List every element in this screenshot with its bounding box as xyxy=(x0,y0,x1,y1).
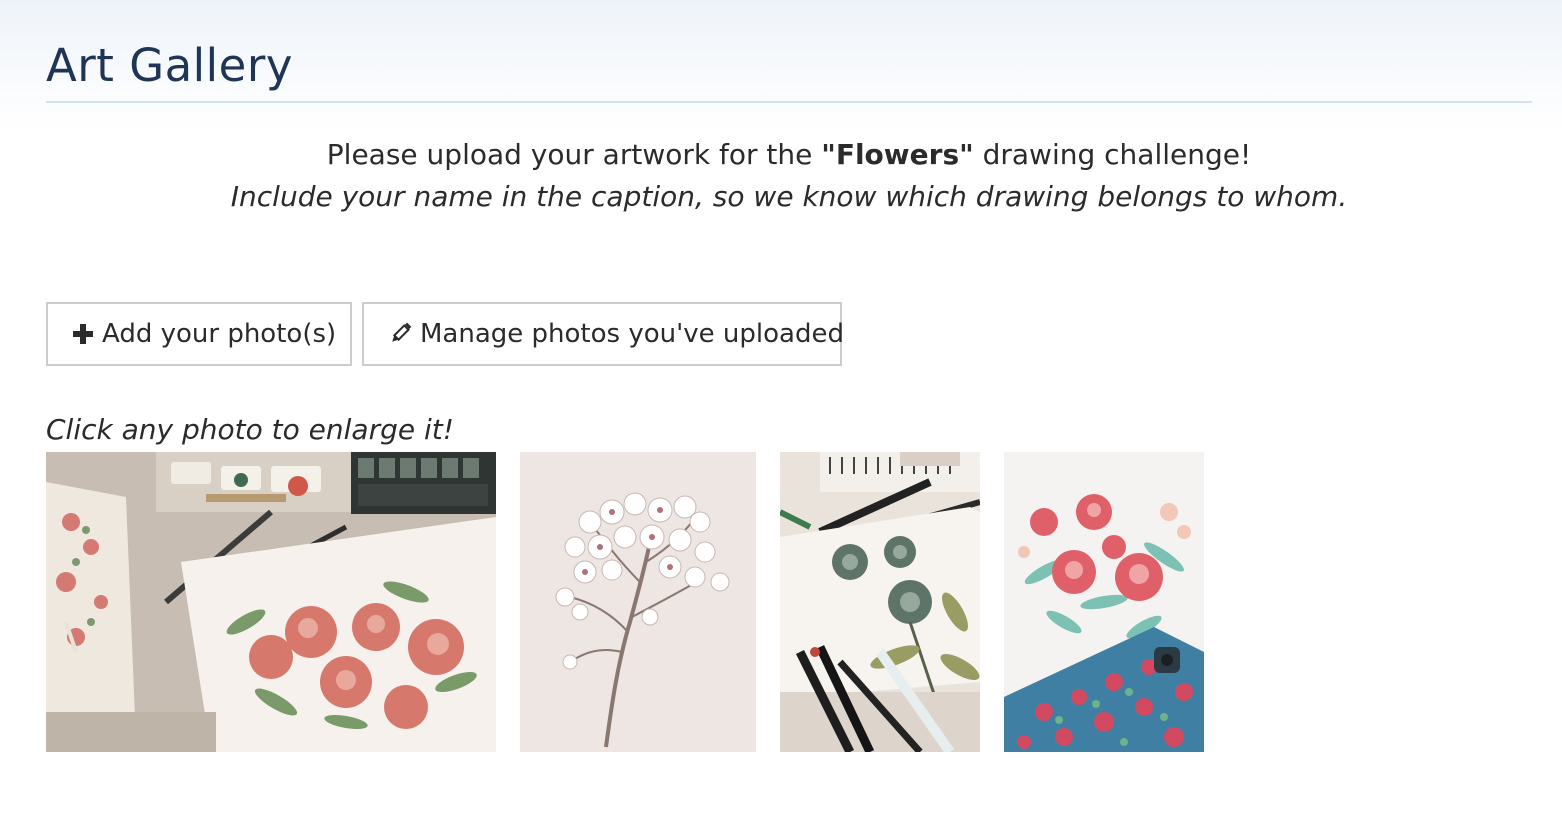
photo-watercolor-flowers xyxy=(46,452,496,752)
gallery-photo[interactable] xyxy=(46,452,496,752)
pencil-icon xyxy=(388,322,412,346)
intro-text: Please upload your artwork for the "Flow… xyxy=(46,134,1532,218)
add-photos-button[interactable]: Add your photo(s) xyxy=(46,302,352,366)
manage-photos-button[interactable]: Manage photos you've uploaded xyxy=(362,302,844,366)
photo-poppies-phone xyxy=(1004,452,1204,752)
gallery-photo[interactable] xyxy=(780,452,980,752)
photo-cherry-blossom xyxy=(520,452,756,752)
photo-ink-sketch xyxy=(780,452,980,752)
title-divider xyxy=(46,101,1532,103)
intro-suffix: drawing challenge! xyxy=(973,138,1252,171)
gallery-photo[interactable] xyxy=(1004,452,1204,752)
intro-prefix: Please upload your artwork for the xyxy=(326,138,822,171)
add-photos-label: Add your photo(s) xyxy=(102,319,337,349)
page-title: Art Gallery xyxy=(46,39,294,92)
plus-icon xyxy=(72,322,94,346)
gallery-hint: Click any photo to enlarge it! xyxy=(46,413,454,446)
challenge-name: "Flowers" xyxy=(821,138,974,171)
manage-photos-label: Manage photos you've uploaded xyxy=(420,319,844,349)
gallery-photo[interactable] xyxy=(520,452,756,752)
intro-line-2: Include your name in the caption, so we … xyxy=(230,180,1348,213)
intro-line-1: Please upload your artwork for the "Flow… xyxy=(46,134,1532,176)
